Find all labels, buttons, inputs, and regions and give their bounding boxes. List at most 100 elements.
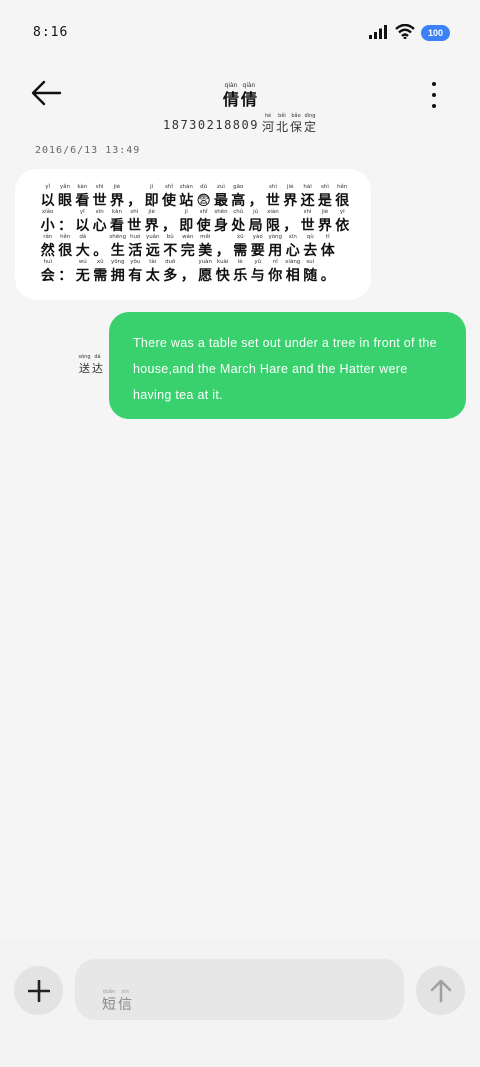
message-char: ， (160, 210, 177, 233)
message-char: kàn 看 (74, 184, 91, 209)
character: 随 (303, 268, 318, 284)
contact-subtitle: 18730218809 hé 河 běi 北 bǎo 保 dìng 定 (0, 114, 480, 134)
location-char: dìng 定 (303, 114, 317, 134)
message-char: jiè 界 (282, 184, 299, 209)
message-char: wú 无 (74, 259, 92, 283)
character: 。 (93, 243, 108, 259)
delivery-status-char: dá 达 (91, 355, 104, 375)
more-options-button[interactable] (428, 80, 440, 110)
add-attachment-button[interactable] (14, 966, 63, 1015)
character: 大 (75, 243, 90, 259)
contact-name-char: qiàn 倩 (222, 83, 240, 108)
character: 信 (118, 997, 132, 1013)
character: 要 (250, 243, 265, 259)
battery-icon: 100 (420, 25, 450, 41)
message-input[interactable]: duǎn 短 xìn 信 (75, 959, 404, 1020)
wifi-icon (395, 23, 415, 43)
character: 完 (180, 243, 195, 259)
message-char: jiè 界 (143, 209, 160, 233)
character: 身 (213, 218, 228, 234)
incoming-message-bubble[interactable]: yǐ 以 yǎn 眼 kàn 看 shì 世 jiè 界， jí 即 shǐ 使 zhàn 站 dǔ 😨 zuì 最 g… (15, 169, 371, 300)
character: 送 (79, 362, 90, 375)
character: ， (215, 243, 230, 259)
location-char: hé 河 (261, 114, 275, 134)
character: 倩 (240, 90, 257, 109)
message-char: huó 活 (127, 234, 145, 258)
character: 北 (275, 120, 288, 134)
character: ： (57, 218, 72, 234)
message-char: shǐ 使 (160, 184, 177, 209)
send-arrow-up-icon (430, 979, 451, 1002)
more-dot-icon (432, 82, 436, 86)
character: 心 (285, 243, 300, 259)
message-char: jí 即 (178, 209, 195, 233)
message-char: kàn 看 (108, 209, 125, 234)
message-char: suí 随 (302, 259, 320, 284)
character: ， (248, 193, 263, 209)
character: 界 (317, 218, 332, 234)
character: 需 (233, 243, 248, 259)
plus-icon (27, 979, 50, 1002)
character: 你 (268, 268, 283, 284)
character: 用 (268, 243, 283, 259)
message-char: yī 依 (334, 209, 351, 233)
message-char: kuài 快 (214, 259, 232, 283)
character: 。 (320, 268, 335, 284)
message-char: tǐ 体 (319, 234, 337, 258)
character: 限 (265, 218, 280, 234)
character: ， (283, 218, 298, 234)
message-char: hěn 很 (334, 184, 351, 208)
message-line: rán 然 hěn 很 dà 大。 shēng 生 huó 活 yuǎn 远 bù 不 wán 完 měi 美， x… (39, 234, 351, 259)
character: 世 (127, 218, 142, 234)
message-char: 。 (319, 260, 337, 283)
character: 需 (93, 268, 108, 284)
contact-phone: 18730218809 (163, 118, 259, 132)
character: 看 (75, 193, 90, 209)
character: 不 (163, 243, 178, 259)
character: 最 (213, 193, 228, 209)
message-char: yào 要 (249, 234, 267, 259)
character: 太 (145, 268, 160, 284)
message-char: bù 不 (162, 234, 180, 259)
message-char: ， (282, 210, 299, 233)
character: 还 (300, 193, 315, 209)
character: 世 (92, 193, 107, 209)
contact-info[interactable]: qiàn 倩 qiàn 倩 18730218809 hé 河 běi 北 bǎo 保 dìng 定 (0, 72, 480, 134)
message-char: měi 美 (197, 234, 215, 258)
composer-bar: duǎn 短 xìn 信 (0, 940, 480, 1067)
send-button[interactable] (416, 966, 465, 1015)
message-char: ： (56, 210, 73, 233)
message-char: xīn 心 (91, 209, 108, 233)
message-line: xiǎo 小： yǐ 以 xīn 心 kàn 看 shì 世 jiè 界， jí 即 shǐ 使 shēn 身 ch… (39, 209, 351, 234)
message-char: jí 即 (143, 184, 160, 208)
character: 生 (110, 243, 125, 259)
character: 多 (163, 268, 178, 284)
character: 世 (300, 218, 315, 234)
character: 是 (317, 193, 332, 209)
character: 短 (102, 997, 116, 1013)
character: 会 (40, 268, 55, 284)
message-char: gāo 高 (230, 184, 247, 208)
character: 看 (109, 218, 124, 234)
message-char: jiè 界 (316, 209, 333, 234)
more-dot-icon (432, 93, 436, 97)
character: 眼 (57, 193, 72, 209)
message-char: ， (126, 185, 143, 208)
message-char: shēn 身 (212, 209, 229, 234)
more-dot-icon (432, 104, 436, 108)
character: 拥 (110, 268, 125, 284)
character: 愿 (198, 268, 213, 284)
character: 界 (283, 193, 298, 209)
status-bar: 8:16 100 (0, 0, 480, 64)
message-char: tài 太 (144, 259, 162, 284)
message-line: yǐ 以 yǎn 眼 kàn 看 shì 世 jiè 界， jí 即 shǐ 使 zhàn 站 dǔ 😨 zuì 最 g… (39, 184, 351, 209)
character: 站 (179, 193, 194, 209)
character: 河 (261, 120, 274, 134)
message-input-placeholder: duǎn 短 xìn 信 (101, 990, 133, 1013)
outgoing-message-bubble[interactable]: There was a table set out under a tree i… (109, 312, 466, 419)
character: 使 (161, 193, 176, 209)
status-time: 8:16 (33, 25, 69, 40)
message-char: shì 世 (299, 209, 316, 234)
character: 使 (196, 218, 211, 234)
message-char: yǎn 眼 (56, 184, 73, 209)
